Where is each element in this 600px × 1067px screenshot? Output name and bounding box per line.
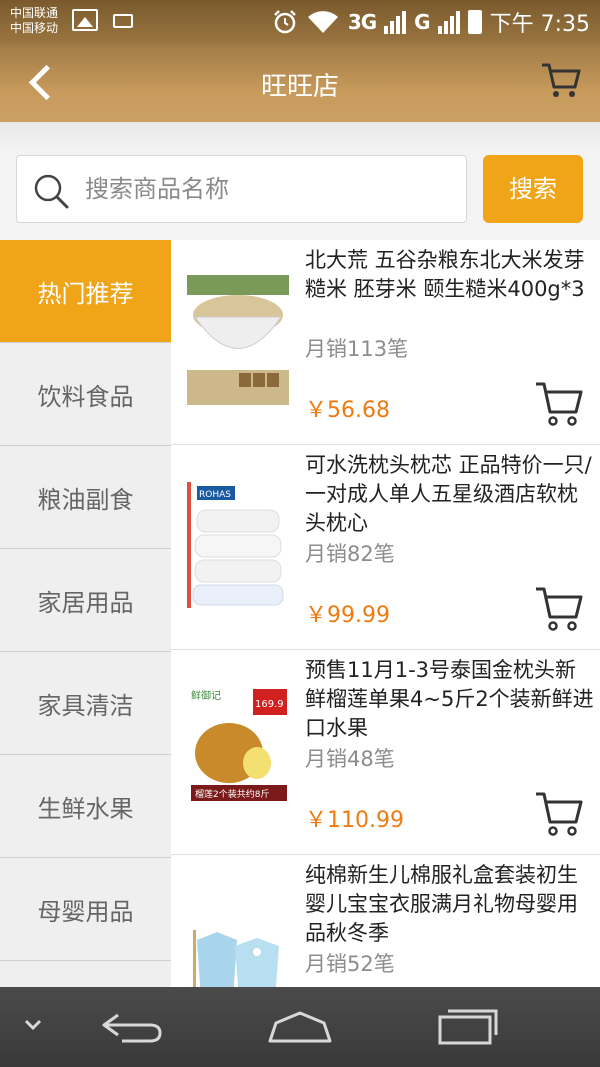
signal-label-1: 3G (347, 10, 377, 34)
signal-icon (384, 11, 407, 34)
status-indicators: 3G G 下午 7:35 (272, 6, 590, 38)
back-nav-icon[interactable] (100, 1009, 166, 1045)
carrier-info: 中国联通 中国移动 (10, 6, 58, 36)
sidebar-item-hot[interactable]: 热门推荐 (0, 240, 171, 343)
home-icon[interactable] (266, 1009, 334, 1045)
signal-label-2: G (414, 10, 430, 34)
sidebar-item-fresh-fruit[interactable]: 生鲜水果 (0, 755, 171, 858)
product-image-pillow[interactable]: ROHAS (187, 480, 289, 610)
product-title[interactable]: 预售11月1-3号泰国金枕头新鲜榴莲单果4~5斤2个装新鲜进口水果 (305, 656, 595, 743)
search-input[interactable] (85, 156, 455, 222)
chevron-down-icon[interactable] (22, 1017, 44, 1033)
carrier-2: 中国移动 (10, 21, 59, 35)
add-to-cart-icon[interactable] (534, 788, 584, 838)
carrier-1: 中国联通 (10, 6, 59, 20)
title-bar: 旺旺店 (0, 44, 600, 122)
cart-icon[interactable] (540, 60, 582, 100)
recent-apps-icon[interactable] (436, 1007, 500, 1047)
product-image-baby-clothes[interactable] (187, 890, 289, 987)
keyboard-icon (113, 14, 133, 28)
product-sales: 月销48笔 (305, 747, 395, 771)
sidebar-item-household[interactable]: 家居用品 (0, 549, 171, 652)
product-list: 北大荒 五谷杂粮东北大米发芽糙米 胚芽米 颐生糙米400g*3 月销113笔 ￥… (171, 240, 600, 987)
product-sales: 月销113笔 (305, 337, 409, 361)
search-box[interactable] (16, 155, 467, 223)
durian-brand: 鲜御记 (191, 689, 221, 702)
product-title[interactable]: 北大荒 五谷杂粮东北大米发芽糙米 胚芽米 颐生糙米400g*3 (305, 246, 595, 304)
image-icon (72, 9, 98, 31)
product-item[interactable]: 鲜御记 169.9 榴莲2个装共约8斤 预售11月1-3号泰国金枕头新鲜榴莲单果… (171, 650, 600, 855)
product-title[interactable]: 可水洗枕头枕芯 正品特价一只/一对成人单人五星级酒店软枕头枕心 (305, 451, 595, 538)
sidebar-item-baby[interactable]: 母婴用品 (0, 858, 171, 961)
search-button[interactable]: 搜索 (483, 155, 583, 223)
add-to-cart-icon[interactable] (534, 378, 584, 428)
page-title: 旺旺店 (260, 72, 339, 102)
category-sidebar: 热门推荐 饮料食品 粮油副食 家居用品 家具清洁 生鲜水果 母婴用品 (0, 240, 171, 987)
product-price: ￥99.99 (305, 603, 390, 628)
search-icon (34, 174, 69, 209)
add-to-cart-icon[interactable] (534, 583, 584, 633)
system-nav-bar (0, 987, 600, 1067)
signal-icon (437, 11, 460, 34)
product-sales: 月销52笔 (305, 952, 395, 976)
product-price: ￥56.68 (305, 398, 390, 423)
durian-caption: 榴莲2个装共约8斤 (195, 788, 269, 800)
product-title[interactable]: 纯棉新生儿棉服礼盒套装初生婴儿宝宝衣服满月礼物母婴用品秋冬季 (305, 861, 595, 948)
clock: 下午 7:35 (489, 12, 590, 37)
search-area: 搜索 (0, 122, 600, 240)
product-image-rice[interactable] (187, 275, 289, 405)
battery-icon (467, 10, 482, 34)
status-bar: 中国联通 中国移动 3G G 下午 7:35 (0, 0, 600, 44)
sidebar-item-drinks-food[interactable]: 饮料食品 (0, 343, 171, 446)
product-sales: 月销82笔 (305, 542, 395, 566)
product-item[interactable]: ROHAS 可水洗枕头枕芯 正品特价一只/一对成人单人五星级酒店软枕头枕心 月销… (171, 445, 600, 650)
product-price: ￥110.99 (305, 808, 404, 833)
product-item[interactable]: 北大荒 五谷杂粮东北大米发芽糙米 胚芽米 颐生糙米400g*3 月销113笔 ￥… (171, 240, 600, 445)
sidebar-item-grain-oil[interactable]: 粮油副食 (0, 446, 171, 549)
pillow-brand: ROHAS (199, 490, 231, 500)
alarm-icon (273, 10, 296, 34)
wifi-icon (307, 11, 338, 33)
durian-image-price: 169.9 (255, 699, 284, 710)
product-image-durian[interactable]: 鲜御记 169.9 榴莲2个装共约8斤 (187, 685, 289, 815)
product-item[interactable]: 纯棉新生儿棉服礼盒套装初生婴儿宝宝衣服满月礼物母婴用品秋冬季 月销52笔 (171, 855, 600, 987)
sidebar-item-cleaning[interactable]: 家具清洁 (0, 652, 171, 755)
